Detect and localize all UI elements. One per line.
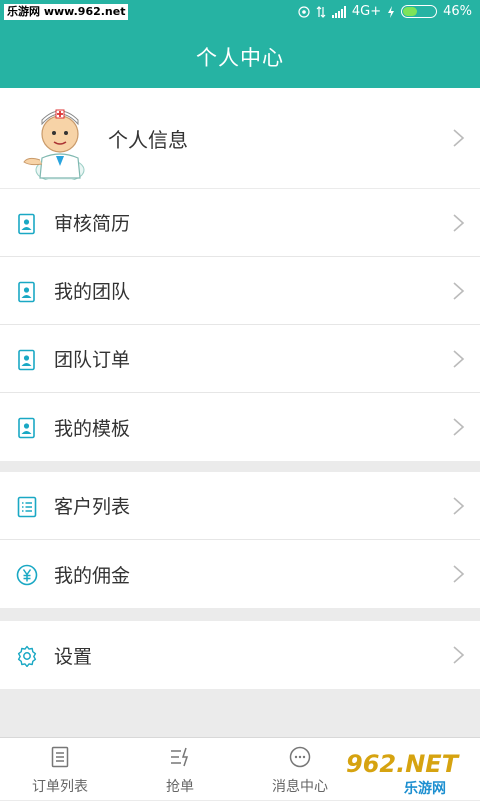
menu-item-my-team[interactable]: 我的团队 [0, 257, 480, 325]
charging-icon [388, 5, 395, 18]
chevron-right-icon [453, 350, 465, 368]
menu-item-label: 审核简历 [54, 213, 131, 235]
menu-item-label: 客户列表 [54, 496, 131, 518]
source-watermark: 乐游网 www.962.net [4, 4, 129, 20]
message-icon [289, 746, 311, 768]
menu-item-label: 设置 [54, 645, 93, 668]
menu-item-settings[interactable]: 设置 [0, 621, 480, 689]
menu-item-my-templates[interactable]: 我的模板 [0, 393, 480, 461]
tab-grab-order[interactable]: 抢单 [120, 738, 240, 801]
profile-row[interactable]: 个人信息 [0, 88, 480, 188]
chevron-right-icon [453, 129, 465, 147]
menu-item-team-orders[interactable]: 团队订单 [0, 325, 480, 393]
yen-icon [16, 564, 38, 586]
chevron-right-icon [453, 497, 465, 515]
page-title: 个人中心 [196, 46, 284, 70]
status-bar: 乐游网 www.962.net 4G+ 46% [0, 0, 480, 26]
battery-icon [401, 5, 438, 18]
battery-fill [403, 7, 418, 16]
menu-item-label: 我的佣金 [54, 564, 131, 587]
header-bar: 个人中心 [0, 26, 480, 88]
status-indicators: 4G+ 46% [298, 4, 472, 19]
menu-item-customer-list[interactable]: 客户列表 [0, 472, 480, 540]
menu-group-main: 审核简历 我的团队 团队订单 我的模板 [0, 189, 480, 461]
menu-group-settings: 设置 [0, 621, 480, 689]
tab-label: 抢单 [166, 779, 194, 795]
signal-icon [331, 5, 346, 18]
chevron-right-icon [453, 418, 465, 436]
hotspot-icon [298, 5, 310, 18]
document-icon [18, 281, 35, 303]
tab-order-list[interactable]: 订单列表 [0, 738, 120, 801]
menu-item-my-commission[interactable]: 我的佣金 [0, 540, 480, 608]
grab-order-icon [171, 747, 189, 767]
watermark-text: 乐游网 [404, 781, 446, 797]
list-icon [17, 496, 37, 518]
document-icon [18, 213, 35, 235]
document-icon [18, 349, 35, 371]
gear-icon [17, 645, 37, 667]
watermark-logo: 962.NET [346, 750, 459, 778]
chevron-right-icon [453, 282, 465, 300]
profile-section: 个人信息 [0, 88, 480, 188]
menu-item-label: 我的团队 [54, 281, 131, 303]
menu-item-label: 我的模板 [54, 417, 131, 440]
menu-group-customers: 客户列表 我的佣金 [0, 472, 480, 608]
document-icon [18, 417, 35, 439]
tab-label: 订单列表 [32, 779, 88, 795]
order-list-icon [51, 746, 69, 768]
menu-item-review-resume[interactable]: 审核简历 [0, 189, 480, 257]
chevron-right-icon [453, 646, 465, 664]
profile-label: 个人信息 [108, 127, 188, 152]
network-type: 4G+ [351, 4, 382, 19]
doctor-avatar [23, 109, 85, 180]
battery-percent: 46% [443, 4, 472, 19]
site-watermark: 962.NET 乐游网 [338, 748, 478, 798]
menu-item-label: 团队订单 [54, 349, 131, 371]
chevron-right-icon [453, 214, 465, 232]
data-transfer-icon [316, 5, 326, 18]
chevron-right-icon [453, 565, 465, 583]
